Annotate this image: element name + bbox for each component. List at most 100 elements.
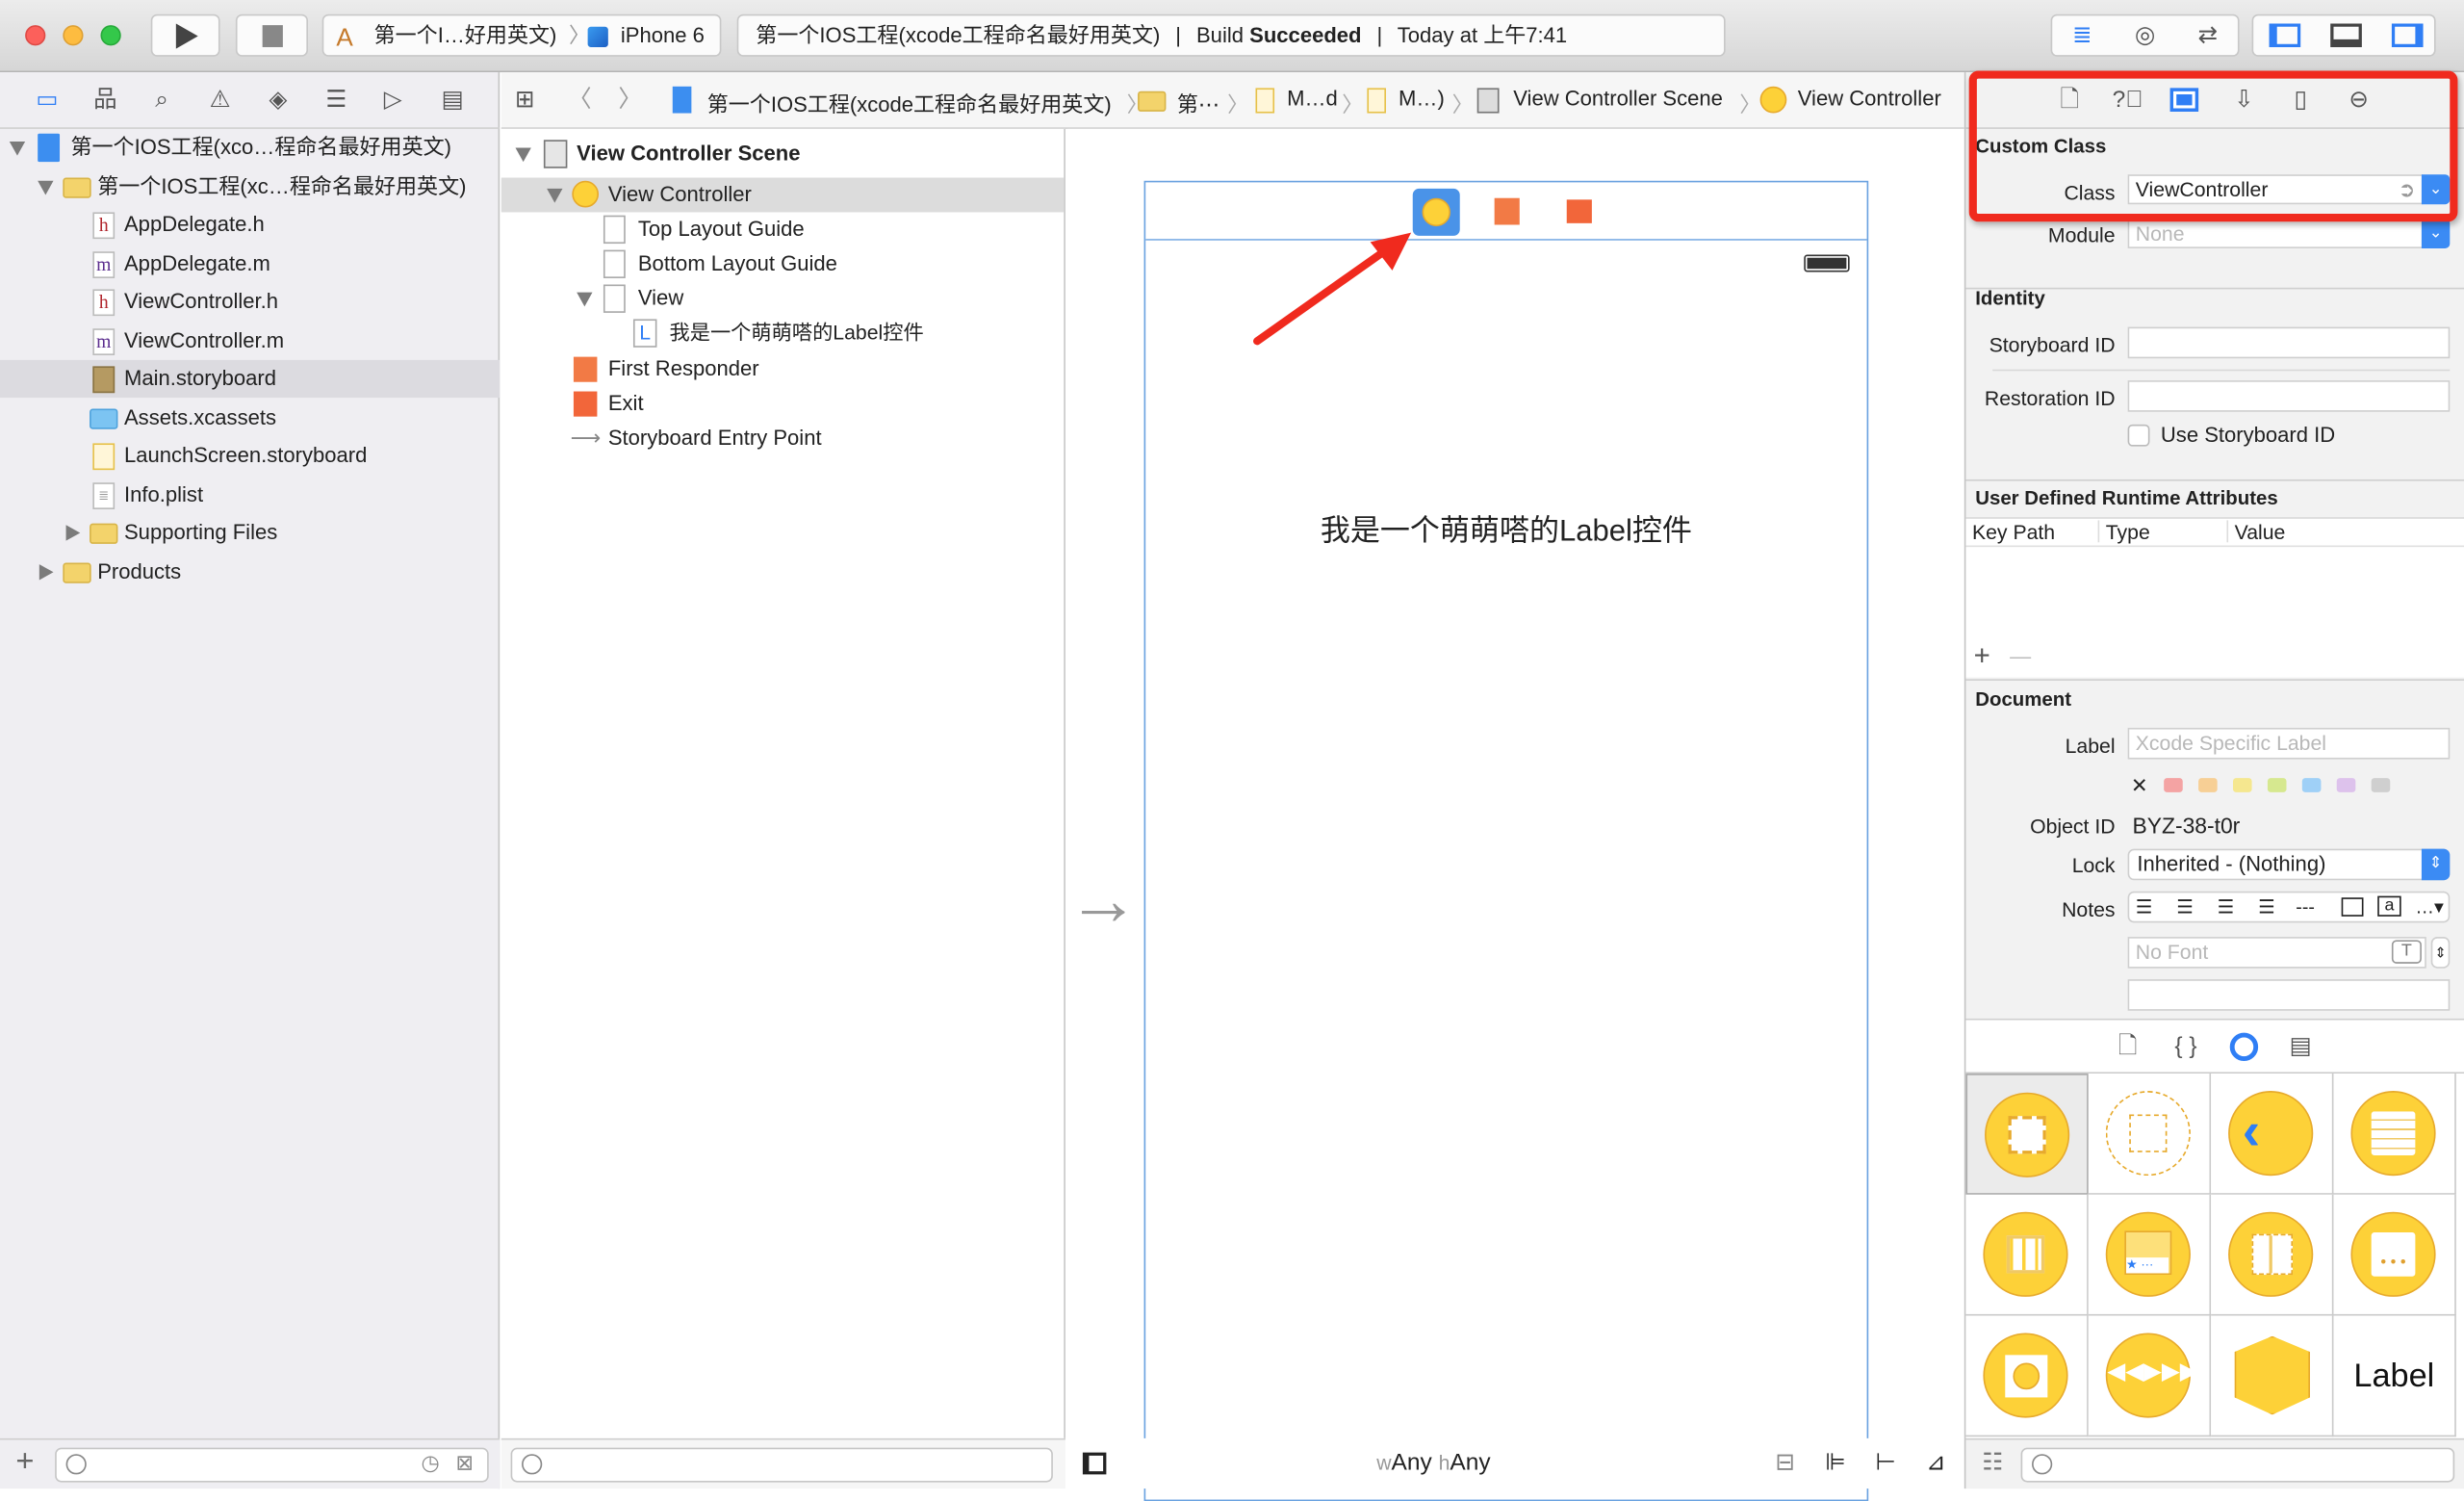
forward-icon[interactable]: 〉	[613, 85, 648, 116]
search-icon[interactable]: ⌕	[144, 85, 179, 116]
report-icon[interactable]: ▤	[435, 85, 470, 116]
version-editor-icon[interactable]: ⇄	[2191, 20, 2225, 52]
minimize-window-button[interactable]	[63, 25, 84, 46]
scheme-selector[interactable]: A 第一个I…好用英文) 〉 iPhone 6	[321, 13, 722, 57]
jump-crumb[interactable]: M…d	[1287, 87, 1338, 110]
library-item-split-view-controller[interactable]	[2211, 1194, 2334, 1316]
jump-crumb[interactable]: View Controller	[1798, 87, 1941, 110]
column-header-key-path[interactable]: Key Path	[1972, 520, 2055, 543]
module-dropdown-button[interactable]: ⌄	[2421, 218, 2451, 248]
align-icon[interactable]: ⊫	[1818, 1448, 1853, 1480]
notes-font-field[interactable]: No Font T	[2127, 937, 2426, 969]
hierarchy-icon[interactable]: 品	[88, 85, 122, 116]
library-item-storyboard-reference[interactable]	[2088, 1074, 2212, 1195]
exit-dock-icon[interactable]	[1566, 199, 1592, 223]
tree-item-file[interactable]: h AppDelegate.h	[0, 206, 500, 244]
label-color-swatch[interactable]	[2198, 778, 2218, 792]
label-color-swatch[interactable]	[2301, 778, 2322, 792]
folder-icon[interactable]: ▭	[30, 85, 64, 116]
canvas-label[interactable]: 我是一个萌萌嗒的Label控件	[1145, 507, 1866, 550]
disclosure-open-icon[interactable]	[577, 292, 593, 307]
outline-item[interactable]: View	[501, 281, 1064, 316]
tree-item-file[interactable]: Assets.xcassets	[0, 399, 500, 436]
outline-item[interactable]: Top Layout Guide	[501, 212, 1064, 246]
library-item-object[interactable]	[2211, 1315, 2334, 1437]
navigator-filter-input[interactable]: ◷ ⊠	[55, 1447, 489, 1483]
first-responder-dock-icon[interactable]	[1494, 197, 1520, 225]
runtime-attributes-table[interactable]: Key Path Type Value + —	[1965, 517, 2464, 678]
align-left-icon[interactable]: ☰	[2136, 893, 2153, 920]
font-size-stepper[interactable]: ⇕	[2430, 937, 2451, 969]
recent-icon[interactable]: ◷	[422, 1451, 440, 1476]
clear-label-color-button[interactable]: ✕	[2131, 773, 2148, 798]
jump-crumb[interactable]: M…)	[1399, 87, 1445, 110]
font-picker-icon[interactable]: T	[2391, 940, 2422, 964]
jump-crumb[interactable]: 第⋯	[1177, 87, 1219, 118]
related-items-icon[interactable]: ⊞	[507, 85, 542, 116]
lock-popup[interactable]: Inherited - (Nothing) ⇕	[2127, 848, 2451, 881]
add-attribute-button[interactable]: +	[1974, 639, 1990, 672]
pin-icon[interactable]: ⊢	[1868, 1448, 1903, 1480]
stop-button[interactable]	[235, 13, 308, 57]
add-icon[interactable]: +	[15, 1444, 34, 1481]
align-right-icon[interactable]: ☰	[2218, 893, 2235, 920]
toggle-outline-icon[interactable]	[1082, 1452, 1107, 1475]
device-name[interactable]: iPhone 6	[621, 15, 705, 55]
tree-item-file[interactable]: h ViewController.h	[0, 283, 500, 321]
toggle-debug-area-icon[interactable]	[2330, 23, 2362, 47]
run-button[interactable]	[150, 13, 220, 57]
test-diamond-icon[interactable]: ◈	[261, 85, 295, 116]
library-item-glkit-view-controller[interactable]	[1965, 1315, 2089, 1437]
jump-crumb[interactable]: View Controller Scene	[1513, 87, 1723, 110]
disclosure-open-icon[interactable]	[38, 179, 54, 194]
tree-item-project[interactable]: 第一个IOS工程(xco…程命名最好用英文)	[0, 129, 500, 167]
align-center-icon[interactable]: ☰	[2176, 893, 2194, 920]
tree-item-file[interactable]: LaunchScreen.storyboard	[0, 437, 500, 475]
object-library-icon[interactable]	[2229, 1032, 2259, 1062]
outline-scene[interactable]: View Controller Scene	[501, 135, 1064, 172]
resolve-issues-icon[interactable]: ⊿	[1918, 1448, 1953, 1480]
zoom-window-button[interactable]	[100, 25, 121, 46]
media-library-icon[interactable]: ▤	[2283, 1031, 2318, 1063]
label-color-swatch[interactable]	[2164, 778, 2183, 792]
label-color-swatch[interactable]	[2336, 778, 2356, 792]
toggle-utilities-icon[interactable]	[2391, 23, 2424, 47]
storyboard-id-input[interactable]	[2127, 326, 2451, 359]
library-item-label[interactable]: Label	[2333, 1315, 2456, 1437]
library-item-collection-view-controller[interactable]	[1965, 1194, 2089, 1316]
disclosure-open-icon[interactable]	[9, 141, 26, 156]
size-class-control[interactable]: wAny hAny	[1376, 1449, 1490, 1476]
library-filter-input[interactable]	[2020, 1447, 2455, 1483]
library-item-navigation-controller[interactable]: ‹	[2211, 1074, 2334, 1195]
assistant-editor-icon[interactable]: ◎	[2128, 20, 2163, 52]
outline-item-selected[interactable]: View Controller	[500, 177, 1065, 213]
notes-text-area[interactable]	[2127, 979, 2451, 1011]
embed-in-stack-icon[interactable]: ⊟	[1768, 1448, 1803, 1480]
module-input[interactable]: None	[2127, 218, 2424, 248]
justify-icon[interactable]: ☰	[2258, 893, 2275, 920]
outline-item[interactable]: Bottom Layout Guide	[501, 246, 1064, 281]
breakpoint-icon[interactable]: ▷	[375, 85, 410, 116]
back-icon[interactable]: 〈	[562, 85, 597, 116]
more-options-icon[interactable]: …▾	[2415, 893, 2443, 920]
outline-item[interactable]: ⟶ Storyboard Entry Point	[501, 422, 1064, 456]
outline-item[interactable]: L 我是一个萌萌嗒的Label控件	[501, 316, 1064, 350]
library-item-page-view-controller[interactable]: • • •	[2333, 1194, 2456, 1316]
tree-item-file-selected[interactable]: Main.storyboard	[0, 359, 500, 399]
standard-editor-icon[interactable]: ≣	[2065, 20, 2099, 52]
tree-item-file[interactable]: ≣ Info.plist	[0, 476, 500, 513]
use-storyboard-id-checkbox[interactable]	[2127, 424, 2150, 447]
entry-point-arrow[interactable]: →	[1067, 863, 1140, 935]
code-snippet-icon[interactable]: { }	[2169, 1031, 2203, 1063]
text-color-icon[interactable]: a	[2377, 895, 2401, 917]
label-color-swatch[interactable]	[2232, 778, 2252, 792]
label-color-swatch[interactable]	[2267, 778, 2287, 792]
jump-crumb[interactable]: 第一个IOS工程(xcode工程命名最好用英文)	[707, 87, 1112, 118]
restoration-id-input[interactable]	[2127, 380, 2451, 412]
label-color-swatch[interactable]	[2371, 778, 2391, 792]
warning-icon[interactable]: ⚠	[203, 85, 238, 116]
tree-item-file[interactable]: m ViewController.m	[0, 322, 500, 359]
library-item-tab-bar-controller[interactable]: ★ ···	[2088, 1194, 2212, 1316]
disclosure-closed-icon[interactable]	[38, 563, 54, 580]
disclosure-open-icon[interactable]	[515, 147, 531, 163]
